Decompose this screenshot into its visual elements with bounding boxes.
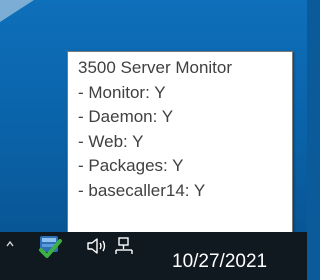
tooltip-status-packages: - Packages: Y [78,156,184,176]
server-monitor-tooltip: 3500 Server Monitor - Monitor: Y - Daemo… [67,51,293,241]
network-icon[interactable] [114,236,136,256]
server-monitor-check-icon[interactable] [36,234,64,260]
tooltip-status-daemon: - Daemon: Y [78,107,174,127]
tooltip-status-web: - Web: Y [78,131,144,151]
speaker-icon[interactable] [86,236,108,256]
taskbar-clock-date[interactable]: 10/27/2021 [172,252,267,272]
tooltip-status-monitor: - Monitor: Y [78,82,166,102]
tooltip-title: 3500 Server Monitor [78,58,233,77]
tooltip-status-basecaller: - basecaller14: Y [78,180,206,200]
chevron-up-icon[interactable] [6,239,14,249]
